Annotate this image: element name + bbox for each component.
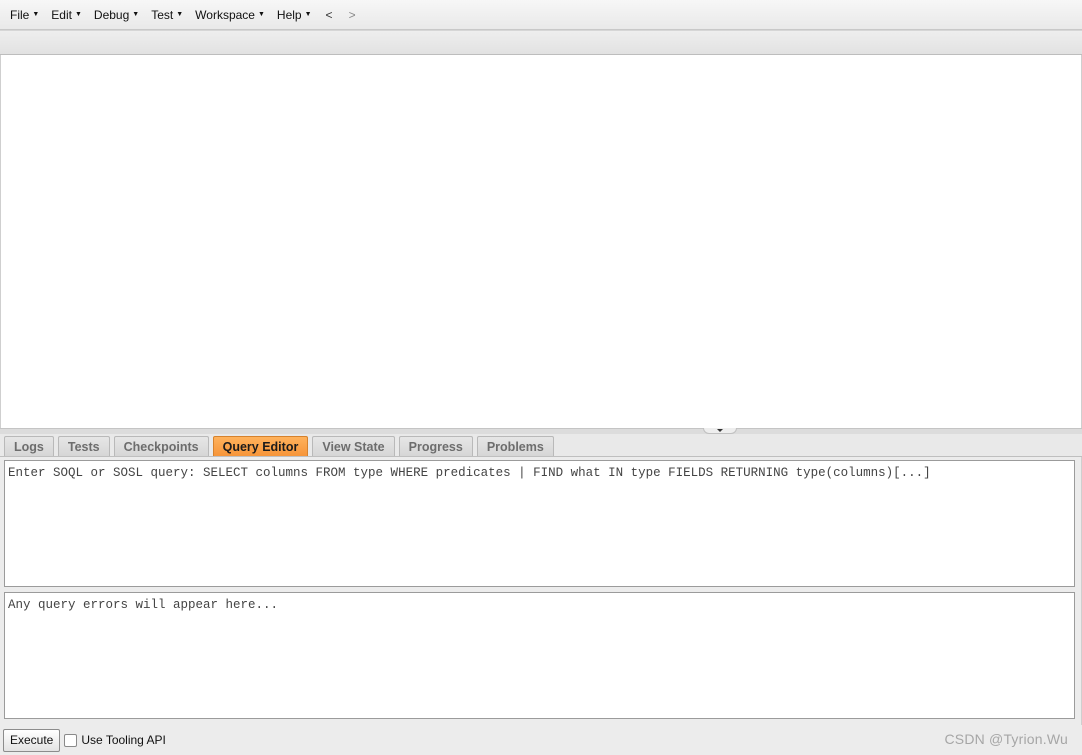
menu-edit-label: Edit [51,7,72,22]
execute-button[interactable]: Execute [3,728,61,752]
watermark: CSDN @Tyrion.Wu [944,731,1068,747]
panel-tabs: Logs Tests Checkpoints Query Editor View… [0,434,1082,457]
editor-workspace[interactable] [0,55,1082,428]
tab-view-state[interactable]: View State [312,436,395,456]
menu-help-label: Help [276,7,302,22]
query-input[interactable]: Enter SOQL or SOSL query: SELECT columns… [4,460,1075,587]
caret-down-icon: ▼ [257,11,265,18]
menu-workspace-label: Workspace [195,7,255,22]
menu-bar: File ▼ Edit ▼ Debug ▼ Test ▼ Workspace ▼ Help… [0,0,1082,30]
caret-down-icon: ▼ [132,11,140,18]
tooling-api-label: Use Tooling API [81,733,166,747]
caret-down-icon: ▼ [304,11,312,18]
caret-down-icon: ▼ [74,11,82,18]
collapse-arrow-icon [717,429,723,432]
tab-checkpoints[interactable]: Checkpoints [113,436,209,456]
tab-query-editor[interactable]: Query Editor [212,436,309,456]
menu-debug[interactable]: Debug ▼ [88,4,145,26]
tab-tests[interactable]: Tests [57,436,110,456]
tab-problems[interactable]: Problems [476,436,554,456]
menu-debug-label: Debug [93,7,130,22]
back-arrow-icon[interactable]: < [318,8,341,22]
menu-file[interactable]: File ▼ [4,4,45,26]
menu-edit[interactable]: Edit ▼ [45,4,88,26]
forward-arrow-icon[interactable]: > [341,8,364,22]
query-errors-box: Any query errors will appear here... [4,592,1075,719]
menu-help[interactable]: Help ▼ [271,4,318,26]
tab-logs[interactable]: Logs [4,436,54,456]
query-actions-bar: Execute Use Tooling API [0,725,1082,755]
toolbar [0,30,1082,55]
query-editor-panel: Enter SOQL or SOSL query: SELECT columns… [0,457,1082,725]
menu-test[interactable]: Test ▼ [145,4,189,26]
menu-workspace[interactable]: Workspace ▼ [189,4,271,26]
caret-down-icon: ▼ [32,11,40,18]
menu-file-label: File [10,7,30,22]
tab-progress[interactable]: Progress [398,436,473,456]
caret-down-icon: ▼ [176,11,184,18]
menu-test-label: Test [151,7,174,22]
tooling-api-checkbox[interactable] [64,733,78,747]
